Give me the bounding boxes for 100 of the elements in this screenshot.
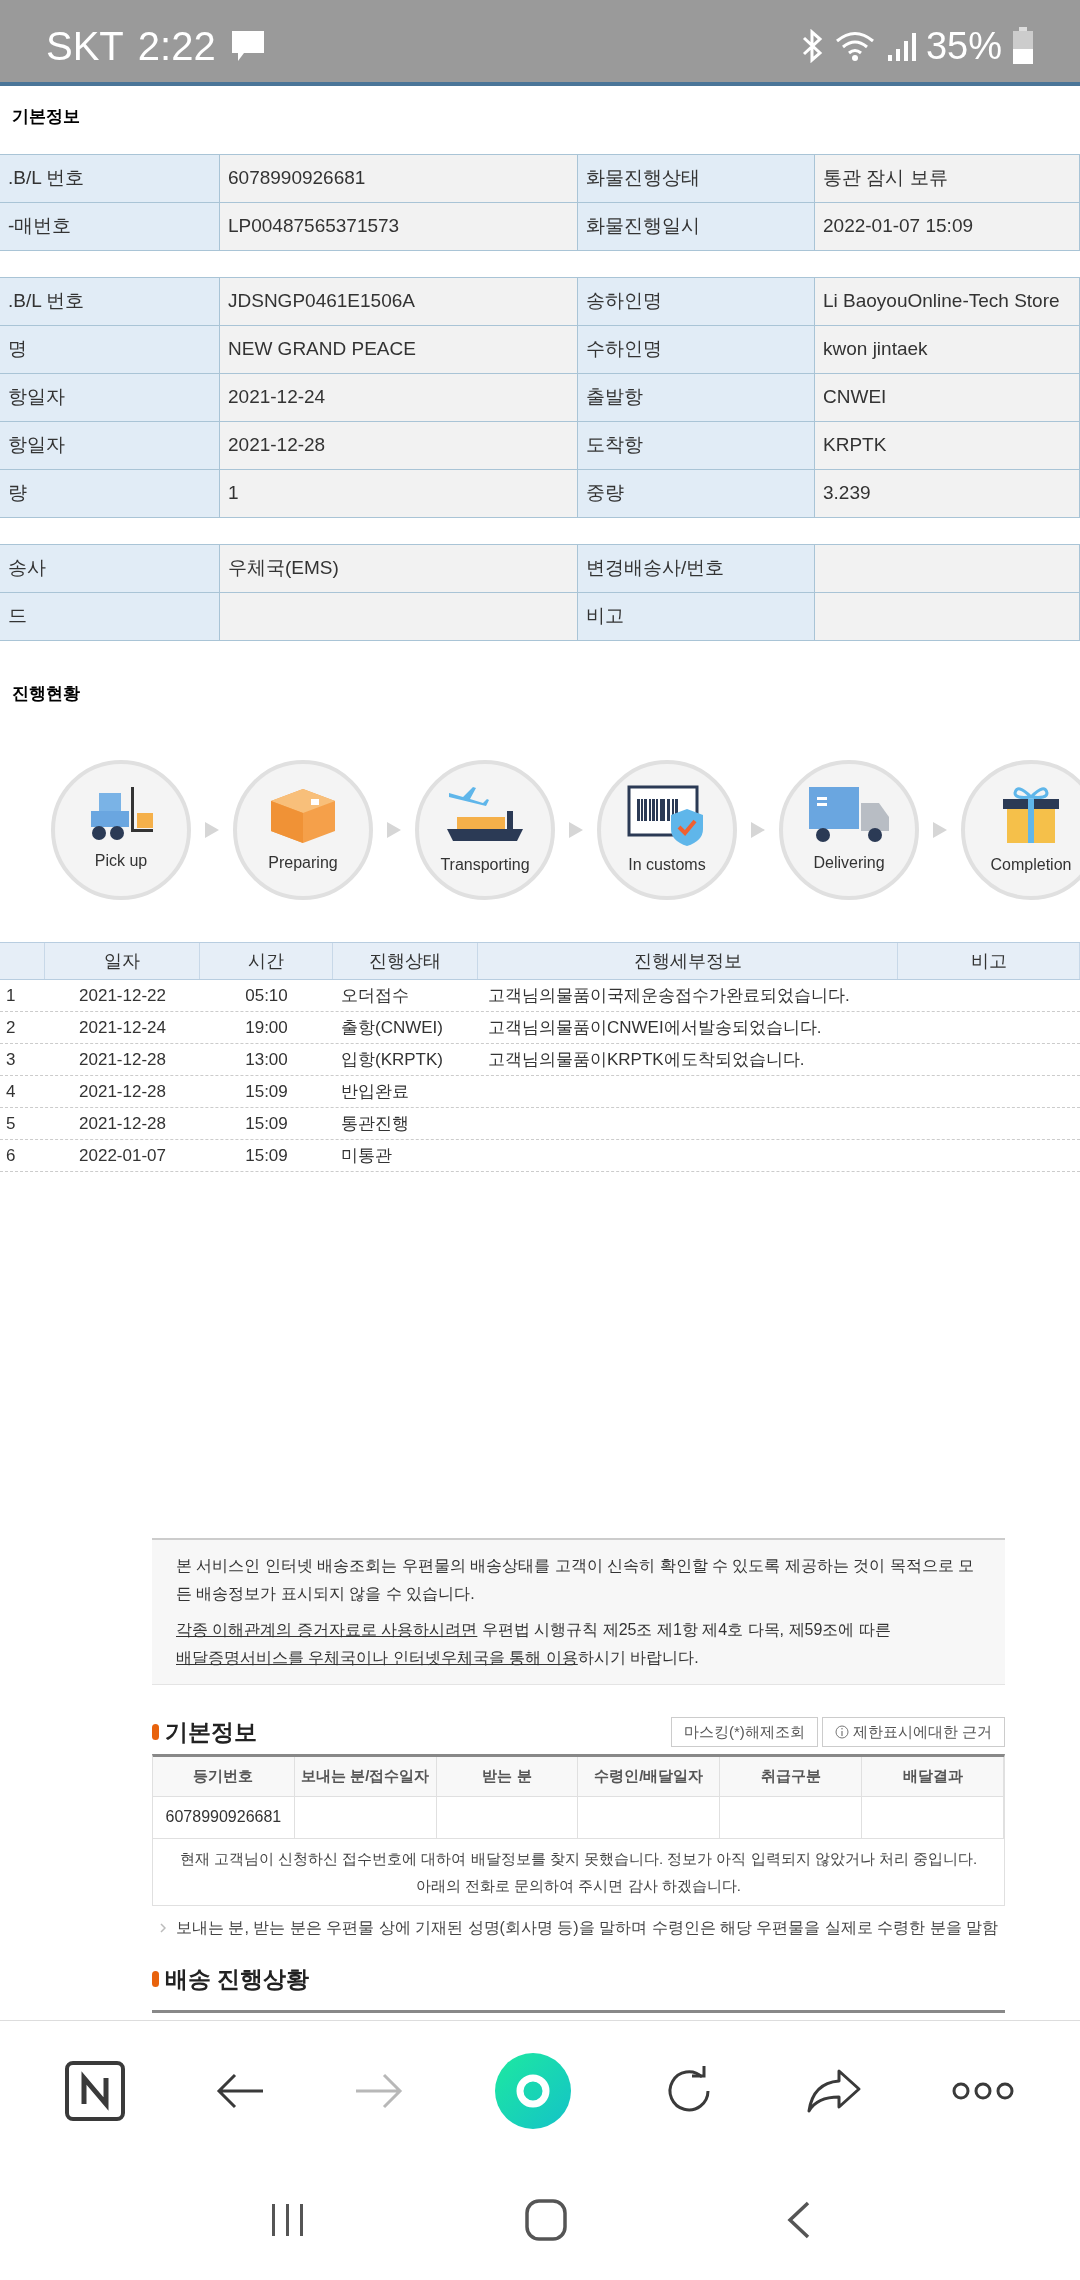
time-cell-text: 15:09 <box>244 1080 289 1103</box>
label-cell: 송하인명 <box>578 277 815 325</box>
column-header: 일자 <box>45 943 200 979</box>
column-header: 진행세부정보 <box>478 943 898 979</box>
date-cell-text: 2021-12-28 <box>78 1048 167 1071</box>
section-title: 진행현황 <box>11 682 81 705</box>
triangle-arrow-icon <box>933 822 947 838</box>
heading-marker-icon <box>152 1970 159 1987</box>
wifi-icon <box>833 29 876 63</box>
option-button[interactable]: 마스킹(*)해제조회 <box>671 1717 818 1748</box>
battery-text: 35% <box>925 23 1002 69</box>
status-cell-text: 입항(KRPTK) <box>340 1048 444 1071</box>
truck-icon <box>807 785 891 845</box>
column-header: 취급구분 <box>720 1756 863 1796</box>
value-cell: 2021-12-24 <box>220 373 578 421</box>
value-cell: KRPTK <box>815 421 1080 469</box>
battery-icon <box>1012 27 1034 65</box>
status-cell-text: 출항(CNWEI) <box>340 1016 444 1039</box>
carrier-text: SKT <box>46 23 124 70</box>
detail-cell-text: 고객님의물품이CNWEI에서발송되었습니다. <box>487 1016 823 1039</box>
label-cell: 중량 <box>578 469 815 517</box>
time-cell-text: 15:09 <box>244 1112 289 1135</box>
row-number: 4 <box>5 1080 17 1103</box>
section-heading: 배송 진행상황 <box>165 1964 310 1994</box>
info-icon <box>834 1725 849 1740</box>
date-cell-text: 2021-12-28 <box>78 1112 167 1135</box>
column-header: 배달결과 <box>862 1756 1004 1796</box>
status-cell-text: 오더접수 <box>340 984 410 1007</box>
date-cell-text: 2022-01-07 <box>78 1144 167 1167</box>
value-cell: CNWEI <box>815 373 1080 421</box>
step-label: Delivering <box>813 853 885 873</box>
notice-link[interactable]: 각종 이해관계의 증거자료로 사용하시려면 <box>176 1621 478 1638</box>
no-result-message: 현재 고객님이 신청하신 접수번호에 대하여 배달정보를 찾지 못했습니다. 정보가 아직 입력되지 않았거나 처리 중입니다. 아래의 전화로 문의하여 주시면 감사 하겠습니다. <box>178 1848 979 1896</box>
column-header: 비고 <box>898 943 1080 979</box>
label-cell: 항일자 <box>0 421 220 469</box>
value-cell: 2022-01-07 15:09 <box>815 202 1080 250</box>
value-cell: 6078990926681 <box>220 154 578 202</box>
column-header: 받는 분 <box>436 1756 579 1796</box>
value-cell: NEW GRAND PEACE <box>220 325 578 373</box>
label-cell: 송사 <box>0 544 220 592</box>
status-cell-text: 반입완료 <box>340 1080 410 1103</box>
label-cell: 량 <box>0 469 220 517</box>
value-cell: LP00487565371573 <box>220 202 578 250</box>
row-number: 6 <box>5 1144 17 1167</box>
date-cell-text: 2021-12-24 <box>78 1016 167 1039</box>
label-cell: 변경배송사/번호 <box>578 544 815 592</box>
triangle-arrow-icon <box>751 822 765 838</box>
row-number: 3 <box>5 1048 17 1071</box>
section-title: 기본정보 <box>11 106 81 128</box>
value-cell: 통관 잠시 보류 <box>815 154 1080 202</box>
value-cell: 3.239 <box>815 469 1080 517</box>
value-cell: Li BaoyouOnline-Tech Store <box>815 277 1080 325</box>
row-number: 1 <box>5 984 17 1007</box>
time-cell-text: 13:00 <box>244 1048 289 1071</box>
notice-link[interactable]: 배달증명서비스를 우체국이나 인터넷우체국을 통해 이용 <box>176 1649 578 1666</box>
note-text: 보내는 분, 받는 분은 우편물 상에 기재된 성명(회사명 등)을 말하며 수령인은 해당 우편물을 실제로 수령한 분을 말함 <box>176 1917 999 1938</box>
label-cell: 비고 <box>578 592 815 640</box>
n-logo-icon[interactable] <box>64 2059 127 2122</box>
triangle-arrow-icon <box>387 822 401 838</box>
date-cell-text: 2021-12-28 <box>78 1080 167 1103</box>
label-cell: 화물진행상태 <box>578 154 815 202</box>
notice-paragraph: 본 서비스인 인터넷 배송조회는 우편물의 배송상태를 고객이 신속히 확인할 수 있도록 제공하는 것이 목적으로 모든 배송정보가 표시되지 않을 수 있습니다. <box>176 1556 976 1604</box>
label-cell: 명 <box>0 325 220 373</box>
column-header: 수령인/배달일자 <box>578 1756 721 1796</box>
time-cell-text: 15:09 <box>244 1144 289 1167</box>
label-cell: -매번호 <box>0 202 220 250</box>
step-label: In customs <box>628 855 706 875</box>
column-header: 등기번호 <box>153 1756 295 1796</box>
heading-marker-icon <box>152 1724 159 1741</box>
step-label: Pick up <box>94 851 148 871</box>
chevron-icon <box>160 1922 166 1933</box>
column-header: 보내는 분/접수일자 <box>294 1756 437 1796</box>
label-cell: 화물진행일시 <box>578 202 815 250</box>
value-cell: 우체국(EMS) <box>220 544 578 592</box>
label-cell: .B/L 번호 <box>0 277 220 325</box>
time-cell-text: 19:00 <box>244 1016 289 1039</box>
label-cell: 도착항 <box>578 421 815 469</box>
step-label: Preparing <box>268 853 338 873</box>
detail-cell-text: 고객님의물품이국제운송접수가완료되었습니다. <box>487 984 851 1007</box>
option-button[interactable]: 제한표시에대한 근거 <box>821 1717 1005 1748</box>
detail-cell-text: 고객님의물품이KRPTK에도착되었습니다. <box>487 1048 806 1071</box>
value-cell: 1 <box>220 469 578 517</box>
value-cell: 2021-12-28 <box>220 421 578 469</box>
status-cell-text: 미통관 <box>340 1144 393 1167</box>
triangle-arrow-icon <box>205 822 219 838</box>
section-heading: 기본정보 <box>165 1718 257 1747</box>
label-cell: 수하인명 <box>578 325 815 373</box>
column-header: 시간 <box>200 943 333 979</box>
label-cell: 항일자 <box>0 373 220 421</box>
row-number: 5 <box>5 1112 17 1135</box>
more-icon[interactable] <box>951 2080 1016 2101</box>
step-label: Transporting <box>440 855 530 875</box>
label-cell: 출발항 <box>578 373 815 421</box>
status-cell-text: 통관진행 <box>340 1112 410 1135</box>
home-icon[interactable] <box>524 2198 568 2242</box>
clock-text: 2:22 <box>137 23 216 70</box>
notice-paragraph: 각종 이해관계의 증거자료로 사용하시려면 우편법 시행규칙 제25조 제1항 제4호 다목, 제59조에 따른 배달증명서비스를 우체국이나 인터넷우체국을 통해 이용하시기 바랍니다. <box>176 1620 892 1668</box>
registration-number: 6078990926681 <box>153 1796 295 1838</box>
label-cell: 드 <box>0 592 220 640</box>
message-icon <box>229 29 266 63</box>
